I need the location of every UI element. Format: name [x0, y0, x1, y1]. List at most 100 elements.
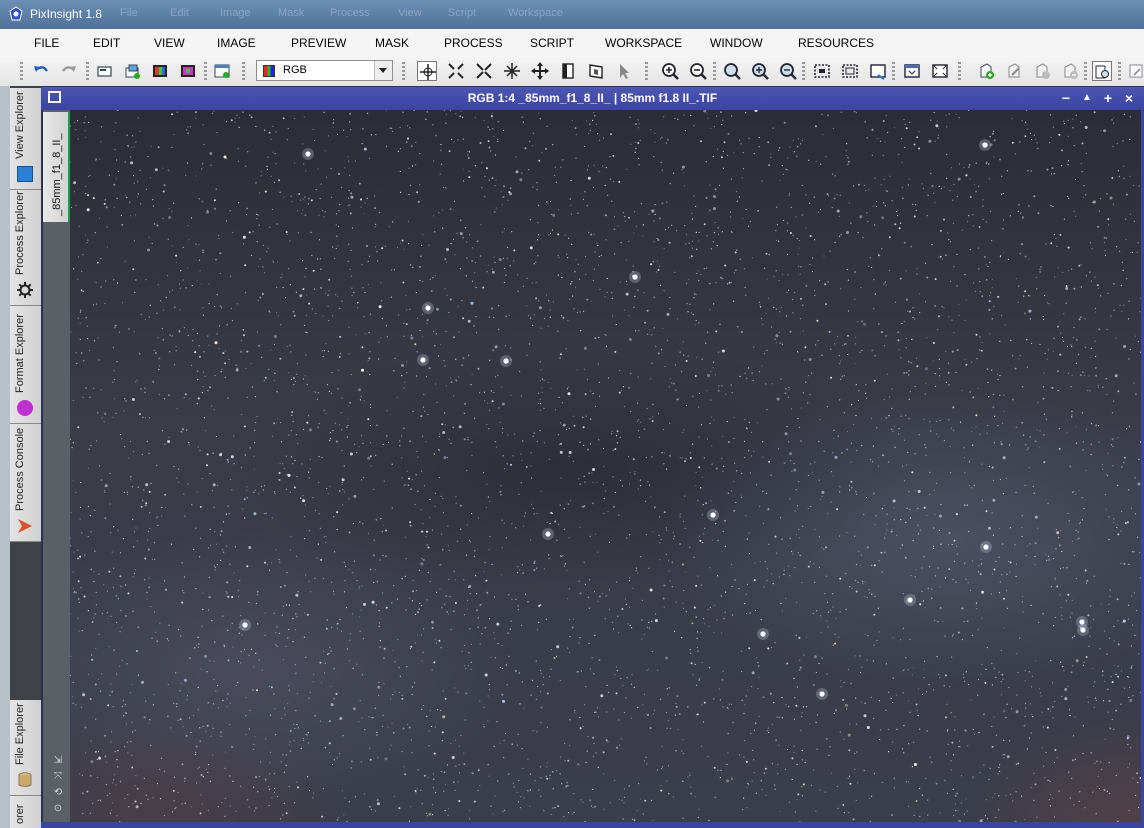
store-preview-icon[interactable] [868, 61, 888, 81]
toolbar-grip[interactable] [402, 62, 405, 80]
menu-process[interactable]: PROCESS [444, 36, 503, 50]
shade-icon[interactable]: ▲ [1079, 90, 1095, 106]
menu-file[interactable]: FILE [34, 36, 59, 50]
view-explorer-icon [17, 166, 33, 182]
toolbar-grip[interactable] [20, 62, 23, 80]
fit-window-icon[interactable] [902, 61, 922, 81]
image-canvas[interactable] [70, 110, 1141, 822]
ghost-menu-item: Process [330, 7, 370, 19]
menu-image[interactable]: IMAGE [217, 36, 256, 50]
readout-mode-icon[interactable] [417, 61, 437, 81]
maximize-icon[interactable]: + [1100, 90, 1116, 106]
new-instance-icon[interactable] [976, 61, 996, 81]
toolbar-grip[interactable] [1084, 62, 1087, 80]
center-view-icon[interactable]: ⊙ [51, 802, 65, 816]
new-preview-icon[interactable] [212, 61, 232, 81]
menu-bar: FILE EDIT VIEW IMAGE PREVIEW MASK PROCES… [0, 29, 1144, 58]
remove-instance-icon[interactable] [1060, 61, 1080, 81]
menu-preview[interactable]: PREVIEW [291, 36, 346, 50]
edit-instance-icon[interactable] [1004, 61, 1024, 81]
dynamic-crop-icon[interactable] [586, 61, 606, 81]
toolbar-grip[interactable] [204, 62, 207, 80]
explorer-icon[interactable] [1092, 61, 1112, 81]
image-window-title-bar[interactable]: RGB 1:4 _85mm_f1_8_II_ | 85mm f1.8 II_.T… [41, 87, 1144, 110]
zoom-glass-icon[interactable] [722, 61, 742, 81]
gray-image-icon[interactable] [178, 61, 198, 81]
app-title: PixInsight 1.8 [30, 7, 103, 21]
left-dock-strip [0, 86, 10, 828]
ghost-menu-item: Script [448, 7, 477, 19]
toolbar-grip[interactable] [958, 62, 961, 80]
ghost-menu-item: Workspace [508, 7, 563, 19]
menu-workspace[interactable]: WORKSPACE [605, 36, 682, 50]
zoom-1to1-icon[interactable] [474, 61, 494, 81]
chevron-down-icon[interactable] [374, 61, 392, 80]
side-tab-process-explorer[interactable]: Process Explorer [10, 190, 41, 306]
console-icon [18, 519, 32, 533]
side-tab-process-console[interactable]: Process Console [10, 424, 41, 542]
side-tab-format-explorer[interactable]: Format Explorer [10, 306, 41, 424]
zoom-glass-out-icon[interactable] [778, 61, 798, 81]
apply-instance-icon[interactable] [1032, 61, 1052, 81]
toolbar-grip[interactable] [86, 62, 89, 80]
collapse-icon[interactable]: ⇲ [51, 754, 65, 768]
maximize-window-icon[interactable] [930, 61, 950, 81]
toolbar-grip[interactable] [892, 62, 895, 80]
side-tab-view-explorer[interactable]: View Explorer [10, 88, 41, 190]
view-tab-label: _85mm_f1_8_II_ [51, 133, 63, 216]
image-window-border [41, 822, 1144, 828]
side-tab-label: View Explorer [14, 91, 26, 159]
pixinsight-logo-icon [9, 6, 23, 21]
fit-view-icon[interactable]: ⤧ [51, 770, 65, 784]
new-image-icon[interactable] [95, 61, 115, 81]
starfield-image [70, 110, 1141, 822]
menu-edit[interactable]: EDIT [93, 36, 120, 50]
select-preview-icon[interactable] [812, 61, 832, 81]
ghost-menu-item: Image [220, 7, 251, 19]
tool-icon[interactable] [1126, 61, 1144, 81]
preview-mode-icon[interactable] [558, 61, 578, 81]
image-window-title: RGB 1:4 _85mm_f1_8_II_ | 85mm f1.8 II_.T… [467, 91, 718, 105]
undo-icon[interactable] [31, 61, 51, 81]
app-title-bar: PixInsight 1.8 File Edit Image Mask Proc… [0, 0, 1144, 30]
edit-preview-icon[interactable] [840, 61, 860, 81]
side-tab-label: orer [14, 804, 26, 824]
menu-view[interactable]: VIEW [154, 36, 185, 50]
toolbar-grip[interactable] [713, 62, 716, 80]
ghost-menu-item: File [120, 7, 138, 19]
zoom-fit-icon[interactable] [446, 61, 466, 81]
side-tab-file-explorer[interactable]: File Explorer [10, 700, 41, 796]
side-tab-partial[interactable]: orer [10, 796, 41, 828]
toolbar-grip[interactable] [802, 62, 805, 80]
zoom-in-icon[interactable] [660, 61, 680, 81]
channel-select-value: RGB [283, 64, 307, 76]
redo-icon[interactable] [59, 61, 79, 81]
toolbar-grip[interactable] [242, 62, 245, 80]
menu-resources[interactable]: RESOURCES [798, 36, 874, 50]
rotate-view-icon[interactable]: ⟲ [51, 786, 65, 800]
duplicate-image-icon[interactable] [122, 61, 142, 81]
side-tab-label: File Explorer [14, 703, 26, 765]
format-explorer-icon [17, 400, 33, 416]
side-tab-label: Format Explorer [14, 314, 26, 393]
close-icon[interactable]: × [1121, 90, 1137, 106]
rgb-channel-icon [263, 65, 275, 77]
menu-script[interactable]: SCRIPT [530, 36, 574, 50]
toolbar-grip[interactable] [1118, 62, 1121, 80]
channel-select[interactable]: RGB [256, 60, 393, 81]
move-icon[interactable] [530, 61, 550, 81]
zoom-out-icon[interactable] [688, 61, 708, 81]
side-tab-label: Process Explorer [14, 191, 26, 275]
minimize-icon[interactable]: − [1058, 90, 1074, 106]
menu-mask[interactable]: MASK [375, 36, 409, 50]
file-explorer-icon [18, 772, 32, 787]
pan-icon[interactable] [502, 61, 522, 81]
ghost-menu-item: Mask [278, 7, 305, 19]
menu-window[interactable]: WINDOW [710, 36, 763, 50]
color-image-icon[interactable] [150, 61, 170, 81]
toolbar-grip[interactable] [645, 62, 648, 80]
view-tab[interactable]: _85mm_f1_8_II_ [43, 112, 70, 222]
main-toolbar [0, 57, 1144, 87]
zoom-glass-in-icon[interactable] [750, 61, 770, 81]
pointer-icon[interactable] [614, 61, 634, 81]
